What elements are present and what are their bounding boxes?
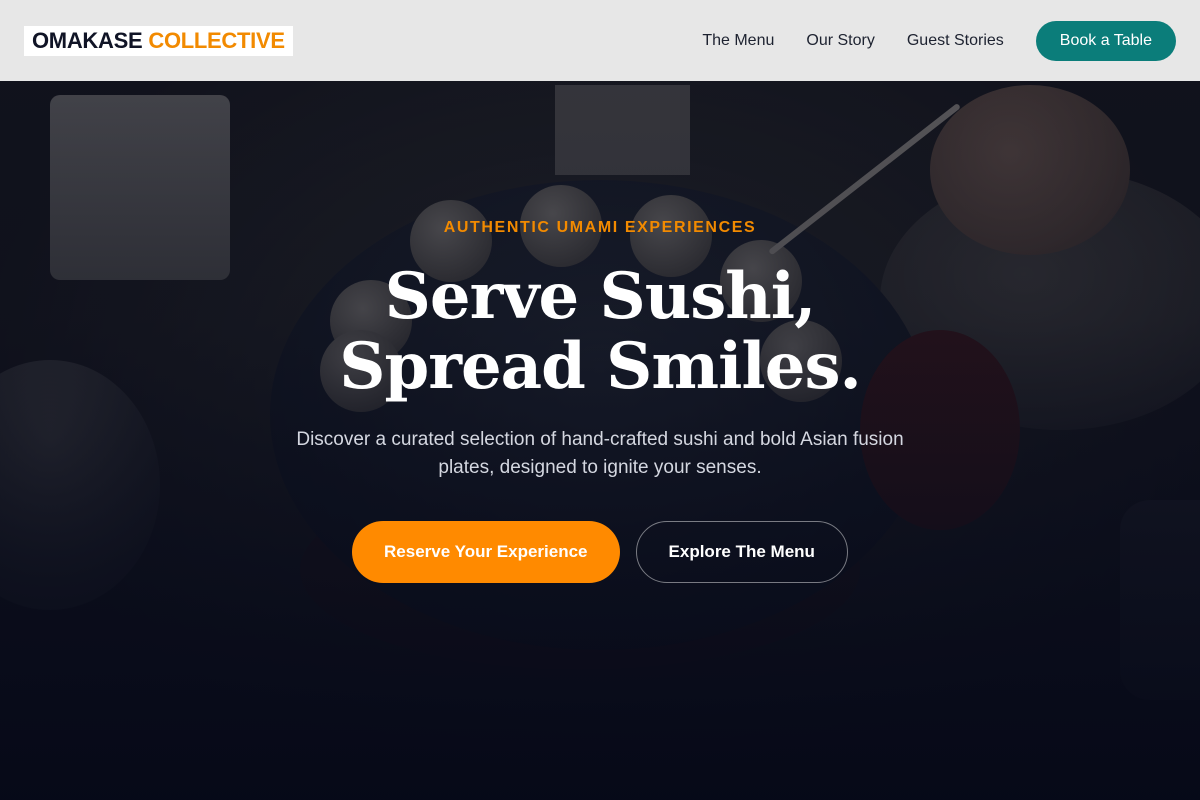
main-nav: The Menu Our Story Guest Stories Book a … [702,20,1176,61]
hero-subtitle: Discover a curated selection of hand-cra… [296,429,904,478]
nav-link-our-story[interactable]: Our Story [806,32,874,50]
logo-text-accent: COLLECTIVE [148,27,285,53]
hero-headline: Serve Sushi, Spread Smiles. [0,262,1200,402]
book-table-button[interactable]: Book a Table [1035,20,1176,61]
logo-text-primary: OMAKASE [32,27,143,53]
hero-eyebrow: AUTHENTIC UMAMI EXPERIENCES [443,219,757,236]
logo[interactable]: OMAKASE COLLECTIVE [24,25,293,56]
site-header: OMAKASE COLLECTIVE The Menu Our Story Gue… [0,0,1200,81]
nav-link-guest-stories[interactable]: Guest Stories [907,32,1004,50]
hero-cta-group: Reserve Your Experience Explore The Menu [0,521,1200,583]
hero-headline-line-1: Serve Sushi, [384,259,817,334]
explore-menu-button[interactable]: Explore The Menu [635,521,848,583]
hero-headline-line-2: Spread Smiles. [339,329,862,404]
nav-link-menu[interactable]: The Menu [702,32,774,50]
reserve-experience-button[interactable]: Reserve Your Experience [352,521,620,583]
